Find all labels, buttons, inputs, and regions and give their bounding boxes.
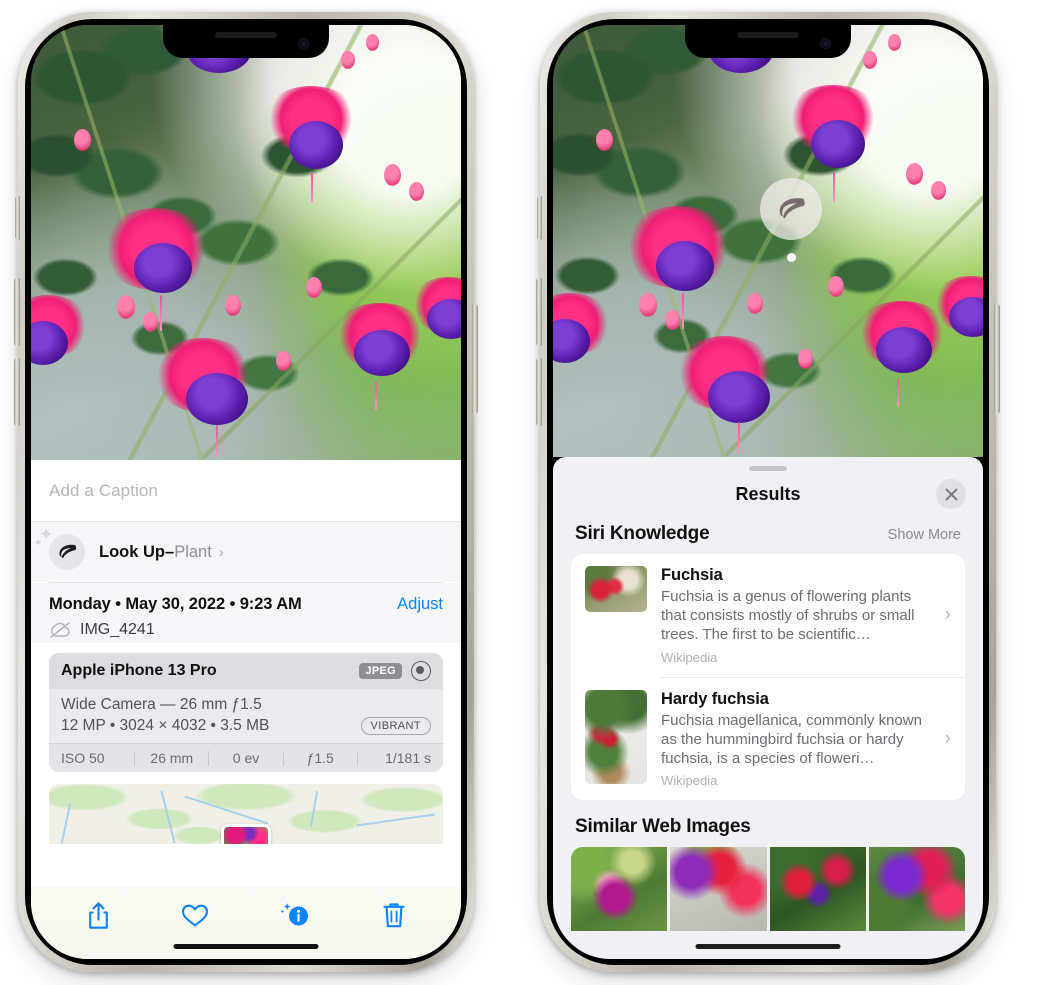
siri-knowledge-title: Siri Knowledge — [575, 523, 710, 544]
volume-up-button-right[interactable] — [536, 278, 542, 346]
photo-date: Monday • May 30, 2022 • 9:23 AM — [49, 595, 302, 613]
notch-left — [163, 25, 329, 58]
share-icon[interactable] — [86, 901, 111, 930]
fuchsia-photo-right — [553, 25, 983, 457]
screen-right: Results Siri Knowledge Show More Fuchsia… — [553, 25, 983, 959]
front-camera-icon — [298, 38, 309, 49]
trash-icon[interactable] — [382, 901, 406, 930]
chevron-right-icon: › — [218, 543, 224, 561]
exif-card[interactable]: Apple iPhone 13 Pro JPEG Wide Camera — 2… — [49, 653, 443, 772]
lens-info: Wide Camera — 26 mm ƒ1.5 — [61, 696, 262, 713]
leaf-icon[interactable] — [760, 178, 822, 240]
camera-device-name: Apple iPhone 13 Pro — [61, 662, 217, 679]
lens-icon — [411, 661, 431, 681]
knowledge-title: Hardy fuchsia — [661, 689, 769, 708]
cloud-slash-icon — [50, 622, 70, 638]
front-camera-icon — [820, 38, 831, 49]
hardy-fuchsia-specimen-thumb — [585, 689, 647, 784]
knowledge-description: Fuchsia magellanica, commonly known as t… — [661, 711, 922, 767]
photo-viewer-right[interactable] — [553, 25, 983, 457]
home-indicator-left[interactable] — [173, 944, 319, 949]
leaf-icon: ✦ ✦ — [34, 526, 85, 570]
image-size-info: 12 MP • 3024 × 4032 • 3.5 MB — [61, 717, 270, 734]
similar-web-images-strip[interactable] — [571, 847, 965, 932]
fuchsia-red-flowers-thumb — [585, 566, 647, 612]
photographic-style-badge: VIBRANT — [360, 717, 431, 735]
look-up-row[interactable]: ✦ ✦ Look Up–Plant › — [31, 522, 461, 582]
info-icon[interactable] — [279, 901, 312, 930]
earpiece-speaker-icon — [737, 32, 799, 38]
exif-stat-aperture: ƒ1.5 — [306, 750, 334, 766]
knowledge-item-hardy-fuchsia[interactable]: Hardy fuchsia Fuchsia magellanica, commo… — [571, 678, 965, 801]
exif-stat-iso: ISO 50 — [61, 750, 105, 766]
leaf-glyph — [59, 544, 77, 559]
look-up-value: Plant — [174, 542, 212, 561]
mute-switch-left[interactable] — [15, 196, 20, 240]
mute-switch-right[interactable] — [537, 196, 542, 240]
earpiece-speaker-icon — [215, 32, 277, 38]
exif-stat-ev: 0 ev — [232, 750, 260, 766]
phone-right: Results Siri Knowledge Show More Fuchsia… — [536, 12, 1000, 972]
caption-input[interactable]: Add a Caption — [31, 460, 461, 522]
leaf-badge-pointer-dot — [787, 253, 796, 262]
phone-left: Add a Caption ✦ ✦ Look Up–Plant › Monday… — [14, 12, 478, 972]
look-up-dash: – — [165, 542, 175, 561]
exif-body: Wide Camera — 26 mm ƒ1.5 12 MP • 3024 × … — [49, 689, 443, 743]
volume-down-button-left[interactable] — [14, 358, 20, 426]
knowledge-source: Wikipedia — [661, 773, 718, 789]
format-badge: JPEG — [359, 663, 402, 679]
adjust-button[interactable]: Adjust — [397, 595, 443, 614]
volume-down-button-right[interactable] — [536, 358, 542, 426]
exif-stat-focal: 26 mm — [150, 750, 194, 766]
look-up-label: Look Up–Plant › — [99, 543, 224, 562]
similar-web-images-header: Similar Web Images — [553, 800, 983, 847]
knowledge-source: Wikipedia — [661, 649, 718, 665]
power-button-left[interactable] — [472, 304, 478, 414]
results-panel: Results Siri Knowledge Show More Fuchsia… — [553, 457, 983, 959]
photo-location-map[interactable] — [49, 784, 443, 844]
knowledge-title: Fuchsia — [661, 566, 723, 584]
knowledge-description: Fuchsia is a genus of flowering plants t… — [661, 588, 915, 644]
exif-stat-shutter: 1/181 s — [385, 750, 432, 766]
web-image-3[interactable] — [769, 847, 866, 932]
web-image-2[interactable] — [670, 847, 767, 932]
close-icon[interactable] — [936, 479, 966, 509]
map-photo-pin[interactable] — [221, 824, 271, 844]
results-header: Results — [553, 471, 983, 517]
screen-left: Add a Caption ✦ ✦ Look Up–Plant › Monday… — [31, 25, 461, 959]
power-button-right[interactable] — [994, 304, 1000, 414]
fuchsia-photo-left — [31, 25, 461, 460]
exif-stats-row: ISO 50 26 mm 0 ev ƒ1.5 1/181 s — [49, 743, 443, 772]
photo-viewer-left[interactable] — [31, 25, 461, 460]
chevron-right-icon: › — [944, 727, 951, 749]
similar-web-images-title: Similar Web Images — [575, 816, 751, 838]
leaf-glyph — [779, 198, 805, 219]
knowledge-item-fuchsia[interactable]: Fuchsia Fuchsia is a genus of flowering … — [571, 554, 965, 677]
volume-up-button-left[interactable] — [14, 278, 20, 346]
heart-icon[interactable] — [181, 903, 209, 928]
web-image-1[interactable] — [571, 847, 668, 932]
sparkles-icon-small: ✦ — [34, 538, 43, 549]
show-more-button[interactable]: Show More — [888, 527, 961, 543]
photo-filename: IMG_4241 — [80, 621, 155, 638]
notch-right — [685, 25, 851, 58]
home-indicator-right[interactable] — [695, 944, 841, 949]
exif-header: Apple iPhone 13 Pro JPEG — [49, 653, 443, 689]
results-title: Results — [735, 483, 801, 504]
photo-info-sheet: Add a Caption ✦ ✦ Look Up–Plant › Monday… — [31, 460, 461, 959]
caption-placeholder: Add a Caption — [49, 480, 159, 500]
siri-knowledge-header: Siri Knowledge Show More — [553, 517, 983, 554]
web-image-4[interactable] — [868, 847, 965, 932]
look-up-title: Look Up — [99, 542, 165, 561]
screenshot-canvas: Add a Caption ✦ ✦ Look Up–Plant › Monday… — [0, 0, 1055, 985]
photo-metadata: Monday • May 30, 2022 • 9:23 AM Adjust I… — [31, 583, 461, 643]
chevron-right-icon: › — [944, 604, 951, 626]
siri-knowledge-card: Fuchsia Fuchsia is a genus of flowering … — [571, 554, 965, 801]
